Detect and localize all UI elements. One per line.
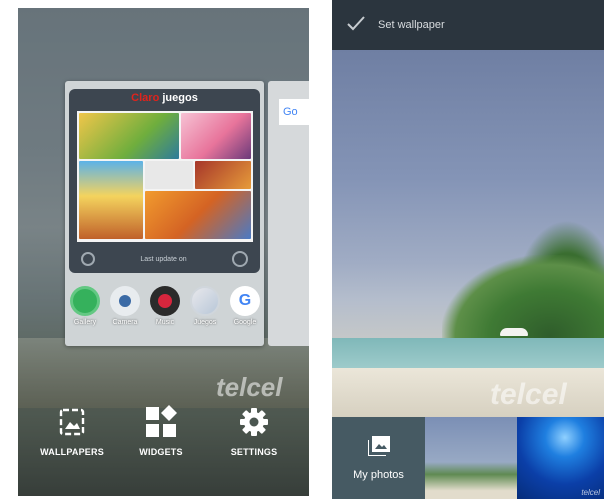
juegos-icon (190, 286, 220, 316)
widgets-icon (116, 403, 206, 441)
wallpaper-preview (332, 50, 604, 417)
app-camera[interactable]: Camera (107, 286, 143, 326)
wallpapers-button[interactable]: WALLPAPERS (27, 403, 117, 457)
wallpaper-thumbnail-underwater[interactable]: telcel (517, 417, 604, 499)
wallpaper-picker-screen: Set wallpaper telcel My photos telcel (332, 0, 604, 499)
wallpapers-label: WALLPAPERS (40, 447, 104, 457)
app-google[interactable]: G Google (227, 286, 263, 326)
music-icon (150, 286, 180, 316)
app-label: Juegos (193, 319, 217, 326)
app-label: Google (233, 319, 257, 326)
app-gallery[interactable]: Gallery (67, 286, 103, 326)
wallpaper-top-bar: Set wallpaper (332, 0, 604, 50)
app-label: Camera (112, 319, 138, 326)
my-photos-button[interactable]: My photos (332, 417, 425, 499)
wallpaper-thumbnail-beach[interactable] (425, 417, 517, 499)
next-home-screen-card[interactable]: Go (268, 81, 309, 346)
telcel-mini-watermark: telcel (581, 488, 600, 497)
app-label: Gallery (73, 319, 97, 326)
camera-icon (110, 286, 140, 316)
widget-update-text: Last update on (140, 255, 187, 263)
home-screen-card[interactable]: Claro juegos Last update on Gallery Came… (65, 81, 264, 346)
settings-ring-icon[interactable] (231, 251, 248, 267)
app-label: Music (155, 319, 175, 326)
widgets-button[interactable]: WIDGETS (116, 403, 206, 457)
settings-button[interactable]: SETTINGS (209, 403, 299, 457)
game-tile[interactable] (79, 161, 143, 239)
refresh-icon[interactable] (81, 252, 95, 266)
my-photos-label: My photos (353, 468, 404, 481)
google-icon: G (230, 286, 260, 316)
juegos-widget[interactable]: Claro juegos Last update on (69, 89, 260, 273)
game-tile[interactable] (145, 191, 251, 239)
photo-library-icon (366, 435, 390, 461)
gallery-icon (70, 286, 100, 316)
app-music[interactable]: Music (147, 286, 183, 326)
game-tile[interactable] (145, 161, 193, 189)
telcel-watermark: telcel (216, 372, 283, 402)
widgets-label: WIDGETS (139, 447, 183, 457)
app-dock-row: Gallery Camera Music Juegos G Google (65, 286, 264, 341)
widget-footer: Last update on (69, 245, 260, 273)
gear-icon (209, 403, 299, 441)
game-tile[interactable] (181, 113, 251, 159)
launcher-overview-screen: Claro juegos Last update on Gallery Came… (18, 8, 309, 496)
check-icon[interactable] (346, 13, 378, 38)
set-wallpaper-button[interactable]: Set wallpaper (378, 19, 445, 31)
game-tiles-grid (77, 111, 253, 242)
widget-title-brand: Claro (131, 92, 160, 104)
wallpaper-thumbnails: My photos telcel (332, 417, 604, 499)
game-tile[interactable] (195, 161, 251, 189)
beach-umbrella (500, 328, 528, 336)
game-tile[interactable] (79, 113, 179, 159)
overview-bottom-menu: WALLPAPERS WIDGETS SETTINGS (18, 403, 309, 496)
wallpaper-icon (27, 403, 117, 441)
widget-title-text: juegos (162, 92, 198, 104)
app-juegos[interactable]: Juegos (187, 286, 223, 326)
settings-label: SETTINGS (230, 447, 278, 457)
widget-title: Claro juegos (69, 89, 260, 107)
google-search-bar[interactable]: Go (279, 99, 309, 125)
telcel-watermark: telcel (490, 378, 567, 411)
